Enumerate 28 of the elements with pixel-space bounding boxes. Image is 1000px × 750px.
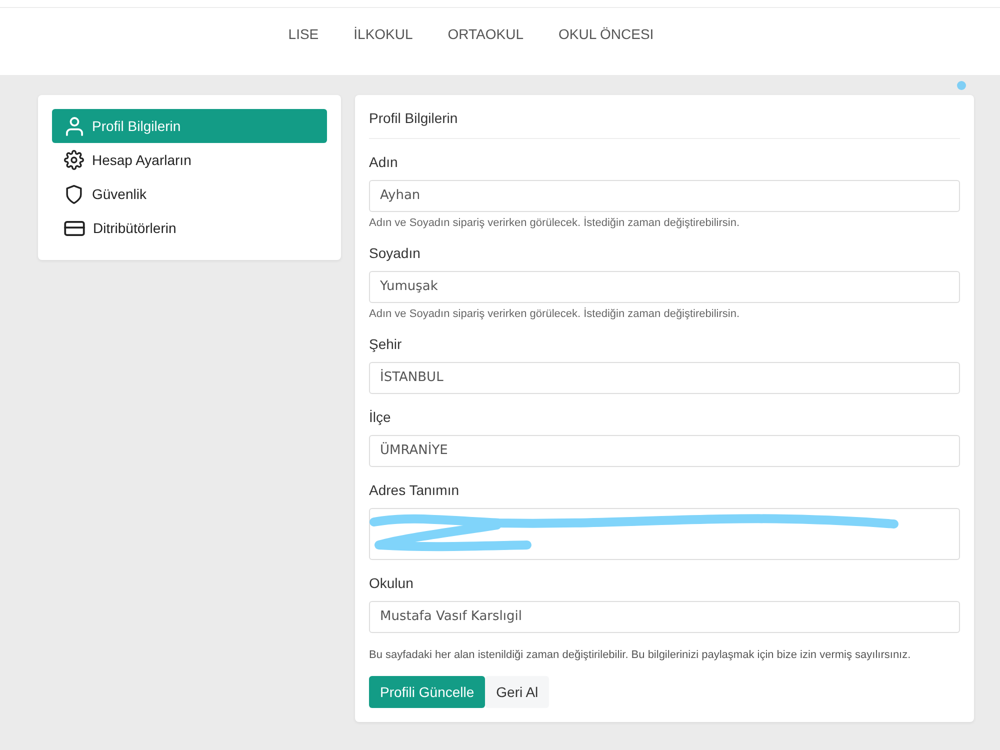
field-hint: Adın ve Soyadın sipariş verirken görülecek. İstediğin zaman değiştirebilirsin. bbox=[369, 216, 741, 230]
nav-link[interactable]: ORTAOKUL bbox=[448, 25, 524, 43]
field-hint: Adın ve Soyadın sipariş verirken görülecek. İstediğin zaman değiştirebilirsin. bbox=[369, 307, 741, 321]
nav-link[interactable]: İLKOKUL bbox=[354, 25, 413, 43]
sidebar-item[interactable]: Ditribütörlerin bbox=[52, 211, 327, 245]
shield-icon bbox=[66, 184, 82, 204]
field-label: Adres Tanımın bbox=[369, 481, 460, 499]
field-label: Soyadın bbox=[369, 244, 422, 262]
field-label: Adın bbox=[369, 153, 399, 171]
field-label: Okulun bbox=[369, 574, 414, 592]
settings-icon bbox=[64, 150, 84, 170]
undo-button[interactable]: Geri Al bbox=[485, 676, 550, 708]
dot-icon bbox=[957, 80, 966, 90]
sidebar-item[interactable]: Hesap Ayarların bbox=[52, 143, 327, 177]
person-icon bbox=[66, 116, 83, 136]
field-label: İlçe bbox=[369, 408, 392, 426]
info-note: Bu sayfadaki her alan istenildiği zaman değiştirilebilir. Bu bilgilerinizi paylaşmak için bize izin vermiş sayılırsınız. bbox=[369, 648, 912, 662]
nav-link[interactable]: OKUL ÖNCESI bbox=[558, 25, 654, 43]
text-field[interactable]: Ayhan bbox=[369, 180, 960, 212]
text-field[interactable]: ÜMRANİYE bbox=[369, 435, 960, 467]
field-label: Şehir bbox=[369, 335, 403, 353]
text-field[interactable]: İSTANBUL bbox=[369, 362, 960, 394]
nav-link[interactable]: LISE bbox=[288, 25, 319, 43]
text-field[interactable]: Mustafa Vasıf Karslıgil bbox=[369, 601, 960, 633]
credit-card-icon bbox=[64, 220, 85, 236]
sidebar-item[interactable]: Güvenlik bbox=[52, 177, 327, 211]
text-field[interactable]: Yumuşak bbox=[369, 271, 960, 303]
panel-title: Profil Bilgilerin bbox=[369, 109, 960, 139]
